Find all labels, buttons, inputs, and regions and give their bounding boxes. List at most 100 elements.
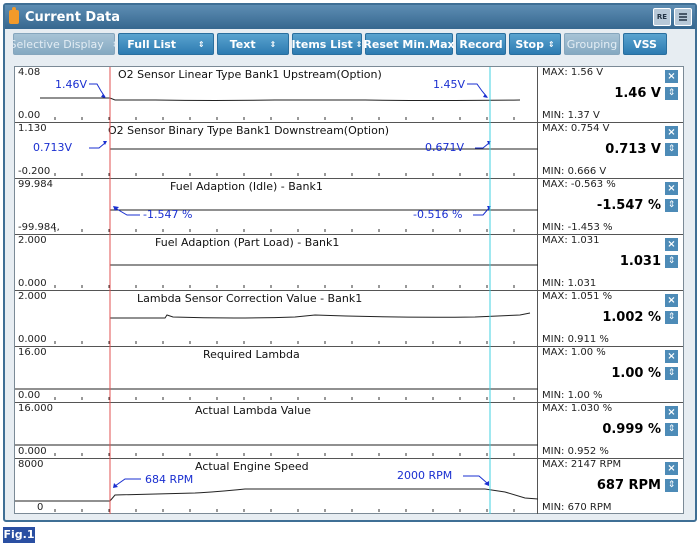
chevron-updown-icon: ⇕ bbox=[198, 39, 205, 49]
max-value: MAX: 1.051 % bbox=[542, 291, 613, 302]
scale-bottom-value: 0.000 bbox=[18, 334, 47, 345]
full-list-label: Full List bbox=[127, 37, 177, 51]
data-row-lambda-correction: 2.000 0.000 Lambda Sensor Correction Val… bbox=[15, 291, 683, 347]
stop-dropdown[interactable]: Stop ⇕ bbox=[509, 33, 561, 55]
row-title: Fuel Adaption (Part Load) - Bank1 bbox=[155, 236, 340, 249]
scroll-icon[interactable]: ⇕ bbox=[665, 87, 678, 100]
graph-area[interactable]: 2.000 0.000 Lambda Sensor Correction Val… bbox=[15, 291, 538, 346]
min-value: MIN: 0.666 V bbox=[542, 166, 607, 177]
window-title: Current Data bbox=[25, 9, 120, 25]
current-value: 1.031 bbox=[619, 254, 661, 269]
current-value: 1.00 % bbox=[611, 366, 661, 381]
close-icon[interactable]: × bbox=[665, 350, 678, 363]
chevron-updown-icon: ⇕ bbox=[547, 39, 555, 49]
scale-bottom-value: 0.000 bbox=[18, 278, 47, 289]
graph-area[interactable]: 1.130 -0.200 O2 Sensor Binary Type Bank1… bbox=[15, 123, 538, 178]
max-value: MAX: 1.030 % bbox=[542, 403, 613, 414]
data-row-o2-binary: 1.130 -0.200 O2 Sensor Binary Type Bank1… bbox=[15, 123, 683, 179]
data-row-fuel-part-load: 2.000 0.000 Fuel Adaption (Part Load) - … bbox=[15, 235, 683, 291]
window-icon bbox=[9, 7, 19, 24]
close-icon[interactable]: × bbox=[665, 294, 678, 307]
scroll-icon[interactable]: ⇕ bbox=[665, 367, 678, 380]
full-list-dropdown[interactable]: Full List ⇕ bbox=[118, 33, 214, 55]
row-title: Required Lambda bbox=[203, 348, 300, 361]
scroll-icon[interactable]: ⇕ bbox=[665, 255, 678, 268]
min-value: MIN: 0.911 % bbox=[542, 334, 609, 345]
scale-bottom-value: 0.00 bbox=[18, 390, 41, 401]
max-value: MAX: 2147 RPM bbox=[542, 459, 622, 470]
current-value: -1.547 % bbox=[596, 198, 661, 213]
value-panel: MAX: 1.031 1.031 MIN: 1.031 × ⇕ bbox=[539, 235, 683, 290]
close-icon[interactable]: × bbox=[665, 70, 678, 83]
data-row-o2-linear: 4.08 0.00 O2 Sensor Linear Type Bank1 Up… bbox=[15, 67, 683, 123]
title-bar: Current Data RE bbox=[5, 5, 695, 29]
retry-icon[interactable]: RE bbox=[653, 8, 671, 26]
items-list-dropdown[interactable]: Items List ⇕ bbox=[292, 33, 362, 55]
graph-area[interactable]: 8000 0 Actual Engine Speed 684 RPM 2000 … bbox=[15, 459, 538, 514]
min-value: MIN: 1.37 V bbox=[542, 110, 600, 121]
value-panel: MAX: 1.030 % 0.999 % MIN: 0.952 % × ⇕ bbox=[539, 403, 683, 458]
scale-top-value: 2.000 bbox=[18, 235, 47, 246]
close-icon[interactable]: × bbox=[665, 126, 678, 139]
data-row-fuel-idle: 99.984 -99.984, Fuel Adaption (Idle) - B… bbox=[15, 179, 683, 235]
row-title: Actual Lambda Value bbox=[195, 404, 311, 417]
min-value: MIN: 1.031 bbox=[542, 278, 597, 289]
graph-area[interactable]: 4.08 0.00 O2 Sensor Linear Type Bank1 Up… bbox=[15, 67, 538, 122]
min-value: MIN: -1.453 % bbox=[542, 222, 613, 233]
max-value: MAX: 1.00 % bbox=[542, 347, 606, 358]
scroll-icon[interactable]: ⇕ bbox=[665, 143, 678, 156]
data-row-required-lambda: 16.00 0.00 Required Lambda MAX: 1.00 % 1… bbox=[15, 347, 683, 403]
min-value: MIN: 1.00 % bbox=[542, 390, 603, 401]
max-value: MAX: 1.56 V bbox=[542, 67, 604, 78]
figure-label: Fig.1 bbox=[3, 527, 35, 543]
arrow-annotations bbox=[113, 475, 489, 488]
scale-top-value: 2.000 bbox=[18, 291, 47, 302]
current-value: 0.713 V bbox=[605, 142, 661, 157]
reset-min-max-button[interactable]: Reset Min.Max bbox=[363, 33, 455, 55]
close-icon[interactable]: × bbox=[665, 238, 678, 251]
max-value: MAX: 1.031 bbox=[542, 235, 600, 246]
close-icon[interactable]: × bbox=[665, 406, 678, 419]
selective-display-label: Selective Display bbox=[9, 37, 104, 51]
chevron-updown-icon: ⇕ bbox=[355, 39, 363, 49]
current-value: 687 RPM bbox=[596, 478, 661, 493]
close-icon[interactable]: × bbox=[665, 182, 678, 195]
scroll-icon[interactable]: ⇕ bbox=[665, 311, 678, 324]
graph-area[interactable]: 16.00 0.00 Required Lambda bbox=[15, 347, 538, 402]
text-label: Text bbox=[229, 37, 256, 51]
graph-area[interactable]: 2.000 0.000 Fuel Adaption (Part Load) - … bbox=[15, 235, 538, 290]
grouping-button[interactable]: Grouping bbox=[564, 33, 620, 55]
graph-area[interactable]: 99.984 -99.984, Fuel Adaption (Idle) - B… bbox=[15, 179, 538, 234]
data-row-engine-speed: 8000 0 Actual Engine Speed 684 RPM 2000 … bbox=[15, 459, 683, 514]
record-button[interactable]: Record bbox=[456, 33, 506, 55]
value-panel: MAX: 2147 RPM 687 RPM MIN: 670 RPM × ⇕ bbox=[539, 459, 683, 514]
value-panel: MAX: 1.051 % 1.002 % MIN: 0.911 % × ⇕ bbox=[539, 291, 683, 346]
stop-label: Stop bbox=[515, 37, 544, 51]
max-value: MAX: 0.754 V bbox=[542, 123, 610, 134]
min-value: MIN: 670 RPM bbox=[542, 502, 612, 513]
items-list-label: Items List bbox=[291, 37, 353, 51]
selective-display-dropdown[interactable]: Selective Display ⇕ bbox=[9, 33, 119, 55]
max-value: MAX: -0.563 % bbox=[542, 179, 616, 190]
current-value: 1.46 V bbox=[614, 86, 661, 101]
scroll-icon[interactable]: ⇕ bbox=[665, 199, 678, 212]
scale-bottom-value: 0.000 bbox=[18, 446, 47, 457]
close-icon[interactable]: × bbox=[665, 462, 678, 475]
current-value: 1.002 % bbox=[602, 310, 661, 325]
data-row-actual-lambda: 16.000 0.000 Actual Lambda Value MAX: 1.… bbox=[15, 403, 683, 459]
arrow-annotations bbox=[89, 83, 488, 98]
data-panel: 4.08 0.00 O2 Sensor Linear Type Bank1 Up… bbox=[14, 66, 684, 514]
value-panel: MAX: 0.754 V 0.713 V MIN: 0.666 V × ⇕ bbox=[539, 123, 683, 178]
text-dropdown[interactable]: Text ⇕ bbox=[217, 33, 289, 55]
vss-button[interactable]: VSS bbox=[623, 33, 667, 55]
scroll-icon[interactable]: ⇕ bbox=[665, 479, 678, 492]
menu-icon[interactable] bbox=[674, 8, 692, 26]
value-panel: MAX: -0.563 % -1.547 % MIN: -1.453 % × ⇕ bbox=[539, 179, 683, 234]
value-panel: MAX: 1.00 % 1.00 % MIN: 1.00 % × ⇕ bbox=[539, 347, 683, 402]
scroll-icon[interactable]: ⇕ bbox=[665, 423, 678, 436]
graph-area[interactable]: 16.000 0.000 Actual Lambda Value bbox=[15, 403, 538, 458]
arrow-annotations bbox=[113, 206, 491, 216]
arrow-annotations bbox=[89, 141, 491, 149]
row-title: Lambda Sensor Correction Value - Bank1 bbox=[137, 292, 363, 305]
scale-top-value: 16.000 bbox=[18, 403, 53, 414]
